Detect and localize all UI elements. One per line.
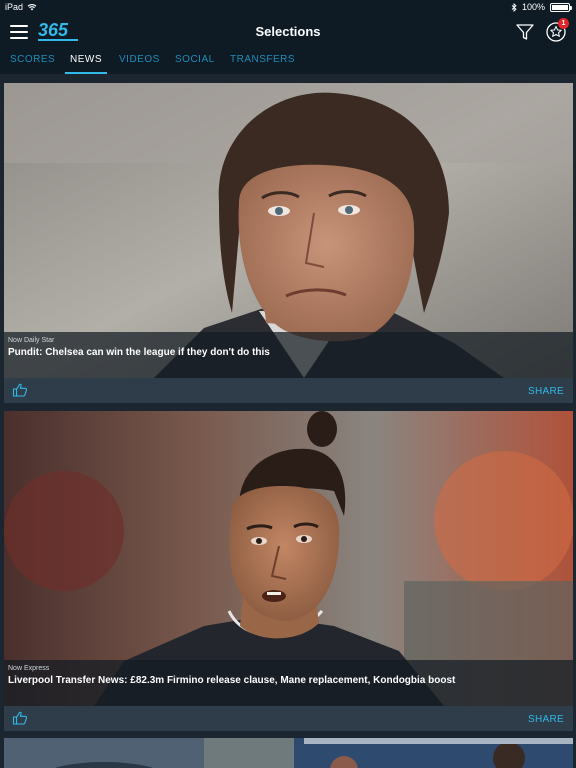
filter-icon[interactable]: [515, 22, 535, 42]
news-card[interactable]: Now Daily Star Pundit: Chelsea can win t…: [4, 83, 573, 403]
page-title: Selections: [255, 24, 321, 39]
battery-icon: [550, 2, 572, 12]
notification-badge: 1: [558, 18, 569, 29]
article-source: Now Express: [8, 665, 50, 672]
device-name: iPad: [5, 2, 24, 12]
status-bar: iPad 100%: [0, 0, 576, 14]
like-thumb-icon[interactable]: [12, 382, 28, 398]
tab-news[interactable]: NEWS: [65, 50, 107, 74]
article-headline[interactable]: Pundit: Chelsea can win the league if th…: [8, 347, 270, 358]
article-source: Now Daily Star: [8, 337, 55, 344]
section-tabs: SCORES NEWS VIDEOS SOCIAL TRANSFERS: [0, 50, 576, 74]
app-header: 365 Selections 1: [0, 14, 576, 50]
article-actions: SHARE: [4, 378, 573, 403]
share-button[interactable]: SHARE: [528, 714, 564, 725]
tab-videos[interactable]: VIDEOS: [119, 50, 160, 74]
article-headline[interactable]: Liverpool Transfer News: £82.3m Firmino …: [8, 675, 455, 686]
article-caption[interactable]: Now Express Liverpool Transfer News: £82…: [4, 660, 573, 706]
tab-transfers[interactable]: TRANSFERS: [230, 50, 295, 74]
news-feed[interactable]: Now Daily Star Pundit: Chelsea can win t…: [0, 74, 576, 768]
tab-social[interactable]: SOCIAL: [175, 50, 215, 74]
article-caption[interactable]: Now Daily Star Pundit: Chelsea can win t…: [4, 332, 573, 378]
tab-scores[interactable]: SCORES: [10, 50, 55, 74]
like-thumb-icon[interactable]: [12, 710, 28, 726]
battery-percent: 100%: [521, 2, 545, 12]
bluetooth-icon: [511, 2, 517, 12]
article-actions: SHARE: [4, 706, 573, 731]
share-button[interactable]: SHARE: [528, 386, 564, 397]
wifi-icon: [27, 4, 37, 11]
news-card[interactable]: Now Express Liverpool Transfer News: £82…: [4, 411, 573, 731]
news-card[interactable]: [4, 738, 573, 768]
article-photo[interactable]: [4, 738, 573, 768]
